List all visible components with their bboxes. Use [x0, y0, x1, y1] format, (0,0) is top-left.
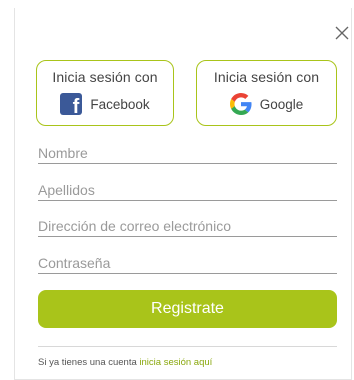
- google-login-button[interactable]: Inicia sesión con Google: [196, 60, 337, 126]
- apellidos-input[interactable]: [38, 179, 337, 200]
- google-login-label: Inicia sesión con: [213, 69, 320, 85]
- google-icon: [229, 93, 252, 115]
- nombre-field-wrapper: [38, 142, 337, 164]
- login-prompt-text: Si ya tienes una cuenta: [38, 357, 137, 368]
- close-icon[interactable]: [335, 26, 354, 46]
- password-field-wrapper: [38, 252, 337, 274]
- facebook-login-label: Inicia sesión con: [52, 69, 158, 85]
- divider: [38, 346, 337, 347]
- email-field-wrapper: [38, 215, 337, 237]
- facebook-provider-label: Facebook: [90, 96, 150, 112]
- facebook-login-button[interactable]: Inicia sesión con f Facebook: [36, 60, 174, 126]
- login-prompt: Si ya tienes una cuenta inicia sesión aq…: [38, 357, 212, 368]
- nombre-input[interactable]: [38, 142, 337, 163]
- apellidos-field-wrapper: [38, 179, 337, 201]
- register-button[interactable]: Registrate: [38, 290, 337, 328]
- password-input[interactable]: [38, 252, 337, 273]
- google-provider-label: Google: [259, 96, 304, 112]
- email-input[interactable]: [38, 215, 337, 236]
- login-link[interactable]: inicia sesión aquí: [139, 357, 212, 368]
- facebook-icon: f: [60, 93, 83, 115]
